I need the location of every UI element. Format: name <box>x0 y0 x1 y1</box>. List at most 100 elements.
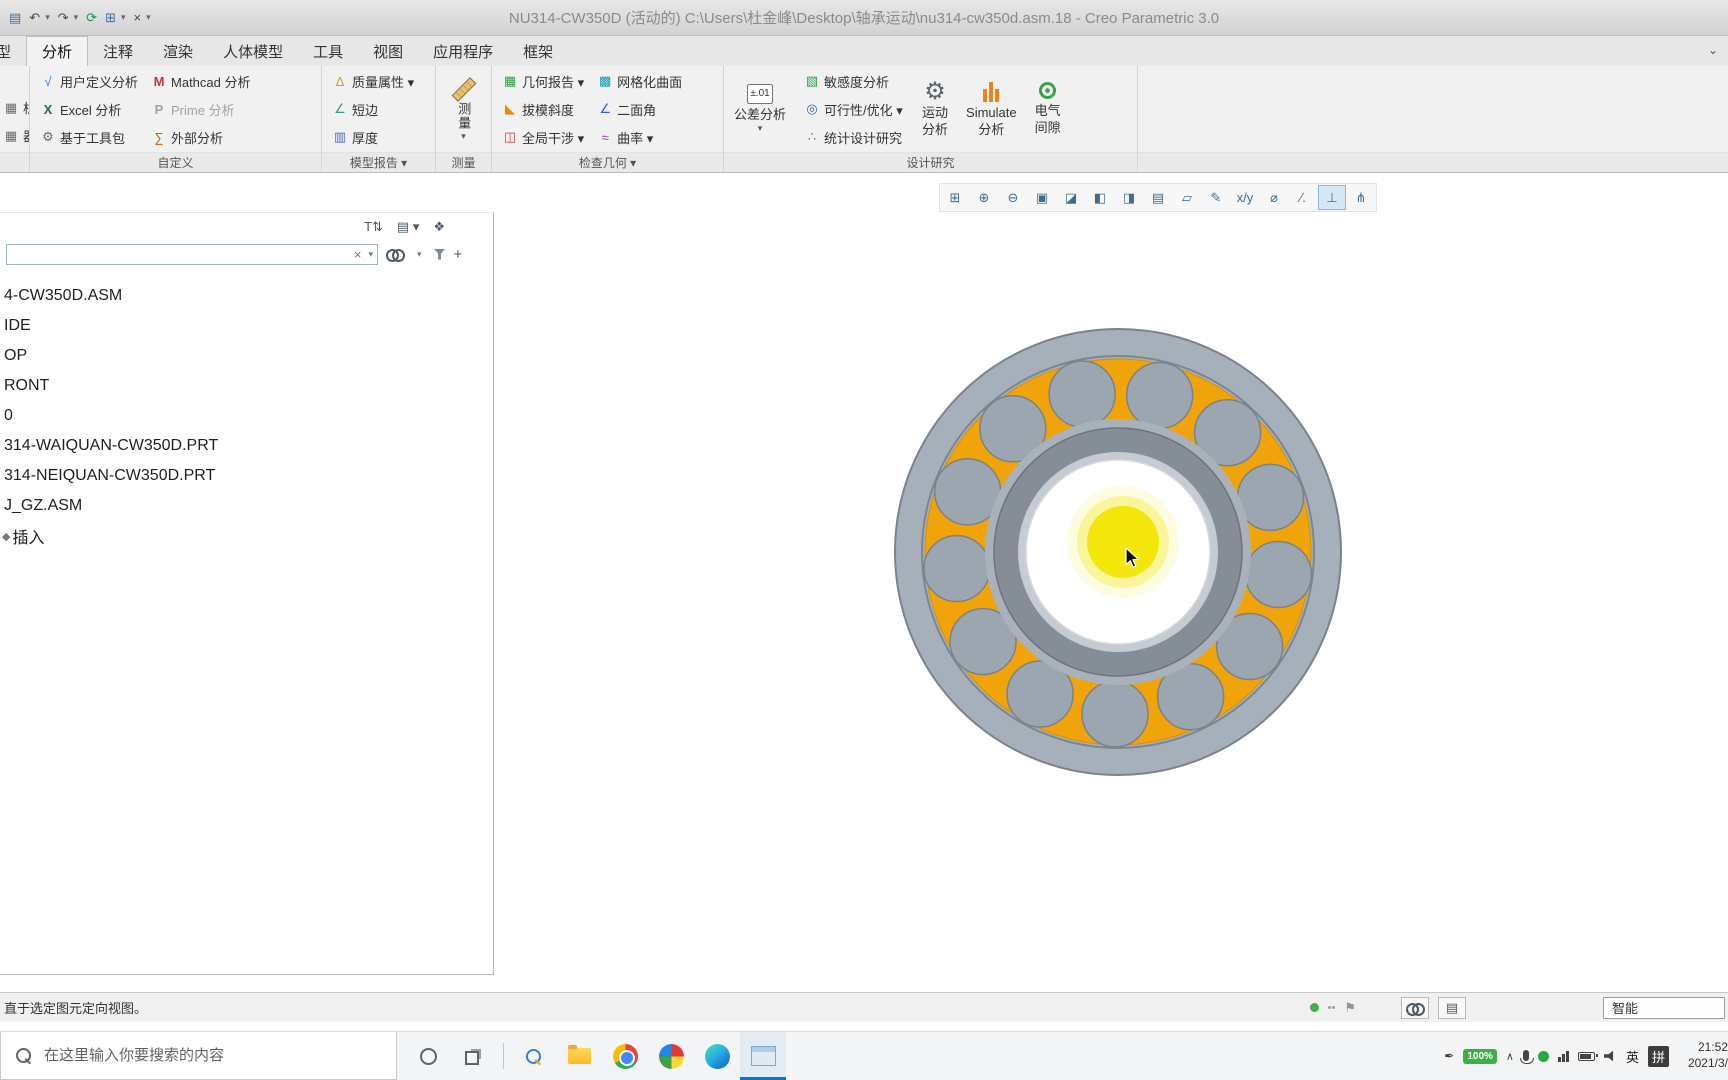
model-tree-item[interactable]: RONT <box>0 371 493 401</box>
clearance-analysis-button[interactable]: 电气 间隙 <box>1029 66 1067 152</box>
edge-button[interactable] <box>694 1032 740 1080</box>
undo-button[interactable]: ↶ <box>26 8 43 28</box>
minimize-ribbon-icon[interactable]: ⌄ <box>1708 43 1718 57</box>
microphone-icon[interactable] <box>1519 1049 1534 1064</box>
tree-show-icon[interactable]: ▤ ▾ <box>397 219 419 235</box>
add-column-icon[interactable]: + <box>454 246 463 263</box>
ribbon-button[interactable]: ∠ 短边 <box>326 96 419 123</box>
ribbon-group-label-custom[interactable]: 自定义 <box>30 152 321 172</box>
ribbon-button[interactable]: ◣ 拔模斜度 <box>496 96 589 123</box>
annotations-icon[interactable]: ✎ <box>1202 185 1230 210</box>
model-tree-item[interactable]: IDE <box>0 311 493 341</box>
xy-display-icon[interactable]: x/y <box>1231 185 1259 210</box>
ribbon-button[interactable]: X Excel 分析 <box>34 96 143 123</box>
section-icon[interactable]: ◨ <box>1115 185 1143 210</box>
zoom-out-icon[interactable]: ⊖ <box>999 185 1027 210</box>
diameter-icon[interactable]: ⌀ <box>1260 185 1288 210</box>
close-window-button[interactable]: × <box>131 8 145 27</box>
qat-customize-button[interactable]: ▾ <box>143 10 154 25</box>
ribbon-tab[interactable]: 模型 <box>0 36 26 66</box>
ribbon-button[interactable]: ⚙ 基于工具包 <box>34 124 143 151</box>
clear-filter-icon[interactable]: × <box>351 247 365 262</box>
tree-filter-input[interactable] <box>7 245 351 263</box>
undo-dropdown[interactable]: ▾ <box>42 10 53 25</box>
ribbon-group-label-study[interactable]: 设计研究 <box>724 152 1137 172</box>
zoom-window-icon[interactable]: ⊞ <box>941 185 969 210</box>
model-tree-item[interactable]: 314-WAIQUAN-CW350D.PRT <box>0 431 493 461</box>
find-dropdown-icon[interactable]: ▾ <box>413 249 426 260</box>
ribbon-button[interactable]: P Prime 分析 <box>145 96 255 123</box>
tree-settings-icon[interactable]: T⇅ <box>364 219 383 235</box>
refit-icon[interactable]: ▣ <box>1028 185 1056 210</box>
measure-button[interactable]: 测量 ▾ <box>445 66 483 152</box>
ribbon-button[interactable]: ▦ 几何报告 ▾ <box>496 68 589 95</box>
regenerate-button[interactable]: ⟳ <box>83 8 100 28</box>
report-button[interactable]: ▤ <box>1438 996 1466 1019</box>
model-tree-item[interactable]: J_GZ.ASM <box>0 491 493 521</box>
dims-display-icon[interactable]: ∕. <box>1289 185 1317 210</box>
search-model-button[interactable] <box>1401 996 1429 1019</box>
media-app-button[interactable] <box>648 1032 694 1080</box>
chrome-button[interactable] <box>602 1032 648 1080</box>
ribbon-group-label-report[interactable]: 模型报告 ▾ <box>322 152 435 172</box>
simulate-analysis-button[interactable]: Simulate 分析 <box>960 66 1023 152</box>
datum-plane-icon[interactable]: ▱ <box>1173 185 1201 210</box>
search-app-button[interactable] <box>510 1032 556 1080</box>
taskbar-search-input[interactable] <box>42 1046 362 1065</box>
tolerance-analysis-button[interactable]: ±.01 公差分析 ▾ <box>728 66 792 152</box>
battery-icon[interactable] <box>1577 1051 1598 1061</box>
display-style-icon[interactable]: ◧ <box>1086 185 1114 210</box>
windows-button[interactable]: ⊞ <box>102 8 119 28</box>
cortana-button[interactable] <box>405 1032 451 1080</box>
find-icon[interactable] <box>386 249 405 262</box>
ribbon-button[interactable]: ∴ 统计设计研究 <box>798 124 910 151</box>
ribbon-tab[interactable]: 框架 <box>508 36 568 66</box>
filter-icon[interactable] <box>433 248 446 260</box>
filter-dropdown-icon[interactable]: ▾ <box>364 249 377 260</box>
saved-views-icon[interactable]: ▤ <box>1144 185 1172 210</box>
ribbon-button[interactable]: ∑ 外部分析 <box>145 124 255 151</box>
ribbon-group-label-check[interactable]: 检查几何 ▾ <box>492 152 723 172</box>
ribbon-button[interactable]: √ 用户定义分析 <box>34 68 143 95</box>
model-tree-item[interactable]: 0 <box>0 401 493 431</box>
windows-dropdown[interactable]: ▾ <box>118 10 129 25</box>
network-icon[interactable] <box>1557 1050 1569 1062</box>
viewport[interactable]: ⊞ ⊕ ⊖ ▣ ◪ ◧ ◨ ▤ ▱ ✎ x/y ⌀ ∕. ⊥ ⋔ T⇅ ▤ ▾ … <box>0 173 1728 992</box>
battery-percent-badge[interactable]: 100% <box>1463 1048 1497 1064</box>
ribbon-button[interactable]: ∠ 二面角 <box>591 96 687 123</box>
ribbon-button[interactable]: ▥ 厚度 <box>326 124 419 151</box>
zoom-in-icon[interactable]: ⊕ <box>970 185 998 210</box>
ribbon-button[interactable]: ∆ 质量属性 ▾ <box>326 68 419 95</box>
flag-icon[interactable]: ⚑ <box>1344 1000 1356 1016</box>
redo-button[interactable]: ↷ <box>55 8 72 28</box>
tree-cascade-icon[interactable]: ❖ <box>433 219 445 235</box>
task-view-button[interactable] <box>451 1032 497 1080</box>
volume-icon[interactable] <box>1603 1050 1617 1062</box>
motion-analysis-button[interactable]: ⚙ 运动 分析 <box>916 66 954 152</box>
taskbar-search[interactable] <box>0 1032 397 1080</box>
model-tree-item[interactable]: ◆ 插入 <box>0 521 493 551</box>
ribbon-button[interactable]: ▦ 析 <box>0 94 29 121</box>
selection-filter-dropdown[interactable]: 智能 <box>1603 996 1725 1019</box>
green-status-icon[interactable] <box>1537 1050 1549 1062</box>
ribbon-tab[interactable]: 人体模型 <box>208 36 298 66</box>
ribbon-button[interactable]: ▩ 网格化曲面 <box>591 68 687 95</box>
clock[interactable]: 21:52 2021/3/ <box>1678 1040 1728 1071</box>
linkage-icon[interactable]: ⋔ <box>1347 185 1375 210</box>
model-tree-item[interactable]: 314-NEIQUAN-CW350D.PRT <box>0 461 493 491</box>
ribbon-button[interactable]: ◎ 可行性/优化 ▾ <box>798 96 910 123</box>
ribbon-button[interactable]: M Mathcad 分析 <box>145 68 255 95</box>
file-explorer-button[interactable] <box>556 1032 602 1080</box>
ribbon-button[interactable]: ▦ 器 <box>0 122 29 149</box>
ribbon-tab[interactable]: 应用程序 <box>418 36 508 66</box>
ribbon-tab[interactable]: 视图 <box>358 36 418 66</box>
bearing-model[interactable] <box>888 322 1348 782</box>
file-icon[interactable]: ▤ <box>6 8 24 28</box>
language-indicator[interactable]: 英 <box>1626 1047 1639 1066</box>
ribbon-group-label-measure[interactable]: 测量 <box>436 152 491 172</box>
model-tree-item[interactable]: OP <box>0 341 493 371</box>
ribbon-tab[interactable]: 分析 <box>26 36 89 66</box>
ribbon-tab[interactable]: 渲染 <box>148 36 208 66</box>
repaint-icon[interactable]: ◪ <box>1057 185 1085 210</box>
ribbon-button[interactable]: ▧ 敏感度分析 <box>798 68 910 95</box>
